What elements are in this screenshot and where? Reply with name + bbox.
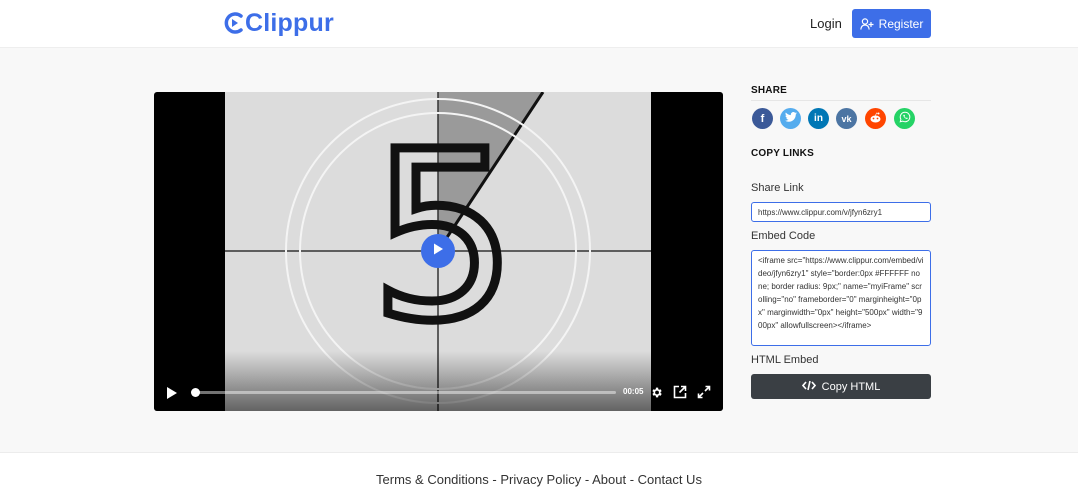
copy-html-button[interactable]: Copy HTML	[751, 374, 931, 399]
code-icon	[801, 380, 816, 394]
register-button[interactable]: Register	[852, 9, 931, 38]
vk-share-button[interactable]: vk	[836, 108, 857, 129]
top-header: Clippur Login Register	[0, 0, 1078, 48]
share-heading: SHARE	[751, 85, 788, 96]
whatsapp-icon	[899, 111, 911, 126]
share-link-label: Share Link	[751, 182, 804, 194]
terms-link[interactable]: Terms & Conditions	[376, 472, 489, 487]
share-divider	[751, 100, 931, 101]
video-player[interactable]: 5 00:05	[154, 92, 723, 411]
share-link-input[interactable]: https://www.clippur.com/v/jfyn6zry1	[751, 202, 931, 222]
play-button[interactable]	[166, 386, 178, 405]
footer-links: Terms & Conditions - Privacy Policy - Ab…	[0, 472, 1078, 487]
twitter-share-button[interactable]	[780, 108, 801, 129]
whatsapp-share-button[interactable]	[894, 108, 915, 129]
html-embed-label: HTML Embed	[751, 354, 819, 366]
controls-bar	[154, 351, 723, 411]
linkedin-icon: in	[814, 113, 823, 124]
logo-play-icon	[224, 11, 244, 35]
footer-separator: -	[488, 472, 501, 487]
progress-bar[interactable]	[192, 391, 616, 394]
progress-handle[interactable]	[191, 388, 200, 397]
fullscreen-icon[interactable]	[697, 385, 711, 404]
register-label: Register	[878, 16, 924, 31]
play-icon	[431, 242, 445, 261]
linkedin-share-button[interactable]: in	[808, 108, 829, 129]
footer-separator: -	[581, 472, 593, 487]
footer: Terms & Conditions - Privacy Policy - Ab…	[0, 452, 1078, 500]
facebook-share-button[interactable]: f	[752, 108, 773, 129]
embed-code-label: Embed Code	[751, 230, 816, 242]
twitter-icon	[784, 112, 797, 125]
footer-separator: -	[626, 472, 638, 487]
reddit-share-button[interactable]	[865, 108, 886, 129]
copy-links-heading: COPY LINKS	[751, 148, 814, 159]
reddit-icon	[869, 112, 882, 126]
picture-in-picture-icon[interactable]	[673, 385, 687, 404]
contact-link[interactable]: Contact Us	[638, 472, 702, 487]
privacy-link[interactable]: Privacy Policy	[500, 472, 581, 487]
login-link[interactable]: Login	[810, 16, 842, 31]
user-plus-icon	[859, 17, 874, 30]
big-play-button[interactable]	[421, 234, 455, 268]
embed-code-textarea[interactable]: <iframe src="https://www.clippur.com/emb…	[751, 250, 931, 346]
current-time: 00:05	[623, 387, 644, 396]
logo-text: Clippur	[245, 8, 334, 37]
copy-html-label: Copy HTML	[821, 380, 881, 393]
logo[interactable]: Clippur	[224, 6, 334, 40]
settings-icon[interactable]	[650, 386, 663, 404]
facebook-icon: f	[760, 112, 765, 125]
about-link[interactable]: About	[592, 472, 626, 487]
vk-icon: vk	[841, 113, 852, 124]
